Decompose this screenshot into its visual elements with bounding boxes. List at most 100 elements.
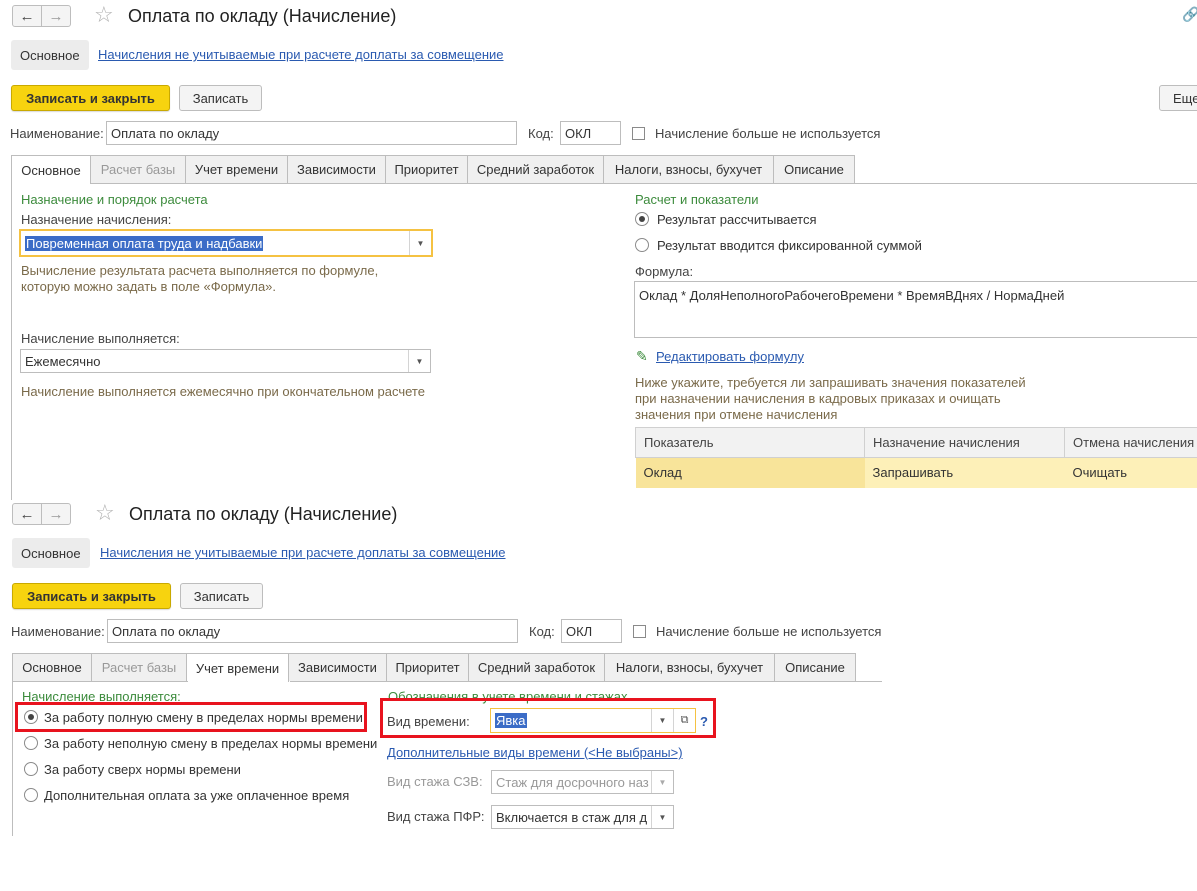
name-input[interactable]: Оплата по окладу (106, 121, 517, 145)
arrow-right-icon: → (48, 505, 64, 523)
radio-extra-pay-label: Дополнительная оплата за уже оплаченное … (44, 788, 350, 803)
radio-calculated-label: Результат рассчитывается (657, 212, 817, 227)
col-indicator[interactable]: Показатель (635, 427, 865, 458)
tab-description[interactable]: Описание (774, 653, 856, 681)
back-button[interactable]: ← (12, 5, 42, 27)
indicators-note-3: значения при отмене начисления (635, 407, 838, 422)
code-label: Код: (529, 624, 555, 639)
tab-main[interactable]: Основное (11, 155, 91, 184)
cell-indicator[interactable]: Оклад (635, 457, 865, 488)
tab-taxes[interactable]: Налоги, взносы, бухучет (603, 155, 774, 183)
name-input[interactable]: Оплата по окладу (107, 619, 518, 643)
period-value: Ежемесячно (25, 353, 101, 369)
tab-taxes[interactable]: Налоги, взносы, бухучет (604, 653, 775, 681)
tab-base[interactable]: Расчет базы (90, 155, 186, 183)
formula-label: Формула: (635, 264, 694, 279)
pfr-value: Включается в стаж для д (496, 809, 648, 825)
highlight-full-shift (15, 702, 367, 732)
highlight-time-kind (380, 698, 716, 738)
extra-time-kinds-link[interactable]: Дополнительные виды времени (<Не выбраны… (387, 745, 683, 760)
save-button[interactable]: Записать (180, 583, 263, 609)
page-title: Оплата по окладу (Начисление) (129, 504, 398, 524)
name-label: Наименование: (11, 624, 105, 639)
save-button[interactable]: Записать (179, 85, 262, 111)
period-hint: Начисление выполняется ежемесячно при ок… (21, 384, 425, 399)
more-button[interactable]: Еще (1159, 85, 1197, 111)
tab-main[interactable]: Основное (12, 653, 92, 681)
subnav-link-excluded[interactable]: Начисления не учитываемые при расчете до… (100, 545, 506, 560)
radio-overtime-label: За работу сверх нормы времени (44, 762, 241, 777)
chevron-down-icon[interactable]: ▼ (651, 806, 673, 828)
chevron-down-icon: ▼ (651, 771, 673, 793)
tab-dependencies[interactable]: Зависимости (287, 155, 386, 183)
radio-overtime[interactable] (24, 762, 38, 776)
tab-bar: Основное Расчет базы Учет времени Зависи… (12, 653, 856, 682)
cell-assign[interactable]: Запрашивать (864, 457, 1065, 488)
tab-priority[interactable]: Приоритет (385, 155, 468, 183)
back-button[interactable]: ← (12, 503, 42, 525)
radio-fixed[interactable] (635, 238, 649, 252)
purpose-select[interactable]: Повременная оплата труда и надбавки ▼ (19, 229, 433, 257)
arrow-left-icon: ← (19, 7, 35, 25)
purpose-hint-2: которую можно задать в поле «Формула». (21, 279, 277, 294)
indicators-note-2: при назначении начисления в кадровых при… (635, 391, 1001, 406)
tab-content-border (12, 681, 13, 836)
tab-average-earnings[interactable]: Средний заработок (468, 653, 605, 681)
code-input[interactable]: ОКЛ (560, 121, 621, 145)
radio-extra-pay[interactable] (24, 788, 38, 802)
tab-priority[interactable]: Приоритет (386, 653, 469, 681)
subnav-main[interactable]: Основное (12, 538, 90, 568)
section-calc-title: Расчет и показатели (635, 192, 759, 207)
col-assign[interactable]: Назначение начисления (864, 427, 1065, 458)
cell-cancel[interactable]: Очищать (1064, 457, 1197, 488)
radio-fixed-label: Результат вводится фиксированной суммой (657, 238, 922, 253)
tab-dependencies[interactable]: Зависимости (288, 653, 387, 681)
bottom-form: ← → ☆ Оплата по окладу (Начисление) Осно… (0, 498, 1197, 891)
unused-checkbox[interactable] (633, 625, 646, 638)
forward-button[interactable]: → (41, 5, 71, 27)
tab-base[interactable]: Расчет базы (91, 653, 187, 681)
subnav-main[interactable]: Основное (11, 40, 89, 70)
radio-calculated[interactable] (635, 212, 649, 226)
edit-formula-link[interactable]: Редактировать формулу (656, 349, 804, 364)
tab-time[interactable]: Учет времени (186, 653, 289, 682)
pfr-label: Вид стажа ПФР: (387, 809, 485, 824)
unused-label: Начисление больше не используется (655, 126, 881, 141)
section-purpose-title: Назначение и порядок расчета (21, 192, 208, 207)
purpose-label: Назначение начисления: (21, 212, 172, 227)
col-cancel[interactable]: Отмена начисления (1064, 427, 1197, 458)
pencil-icon: ✎ (636, 348, 648, 364)
tab-bar: Основное Расчет базы Учет времени Зависи… (11, 155, 855, 184)
purpose-hint-1: Вычисление результата расчета выполняетс… (21, 263, 379, 278)
tab-time[interactable]: Учет времени (185, 155, 288, 183)
subnav-link-excluded[interactable]: Начисления не учитываемые при расчете до… (98, 47, 504, 62)
chevron-down-icon[interactable]: ▼ (408, 350, 430, 372)
radio-part-shift[interactable] (24, 736, 38, 750)
szv-select: Стаж для досрочного наз ▼ (491, 770, 674, 794)
tab-average-earnings[interactable]: Средний заработок (467, 155, 604, 183)
favorite-star-icon[interactable]: ☆ (94, 4, 114, 26)
pfr-select[interactable]: Включается в стаж для д ▼ (491, 805, 674, 829)
radio-part-shift-label: За работу неполную смену в пределах норм… (44, 736, 378, 751)
save-close-button[interactable]: Записать и закрыть (11, 85, 170, 111)
formula-input[interactable]: Оклад * ДоляНеполногоРабочегоВремени * В… (634, 281, 1197, 338)
tab-underline-right (290, 681, 882, 682)
name-label: Наименование: (10, 126, 104, 141)
tab-underline-left (12, 681, 188, 682)
period-select[interactable]: Ежемесячно ▼ (20, 349, 431, 373)
favorite-star-icon[interactable]: ☆ (95, 502, 115, 524)
indicators-table: Показатель Назначение начисления Отмена … (635, 427, 1197, 488)
szv-label: Вид стажа СЗВ: (387, 774, 483, 789)
link-icon[interactable]: 🔗 (1182, 6, 1197, 23)
code-input[interactable]: ОКЛ (561, 619, 622, 643)
save-close-button[interactable]: Записать и закрыть (12, 583, 171, 609)
indicators-note-1: Ниже укажите, требуется ли запрашивать з… (635, 375, 1026, 390)
unused-checkbox[interactable] (632, 127, 645, 140)
tab-content-border (11, 183, 12, 500)
forward-button[interactable]: → (41, 503, 71, 525)
tab-description[interactable]: Описание (773, 155, 855, 183)
page-title: Оплата по окладу (Начисление) (128, 6, 397, 26)
table-row[interactable]: Оклад Запрашивать Очищать (635, 457, 1197, 488)
chevron-down-icon[interactable]: ▼ (409, 231, 431, 255)
top-form: ← → ☆ Оплата по окладу (Начисление) 🔗 Ос… (0, 0, 1197, 500)
